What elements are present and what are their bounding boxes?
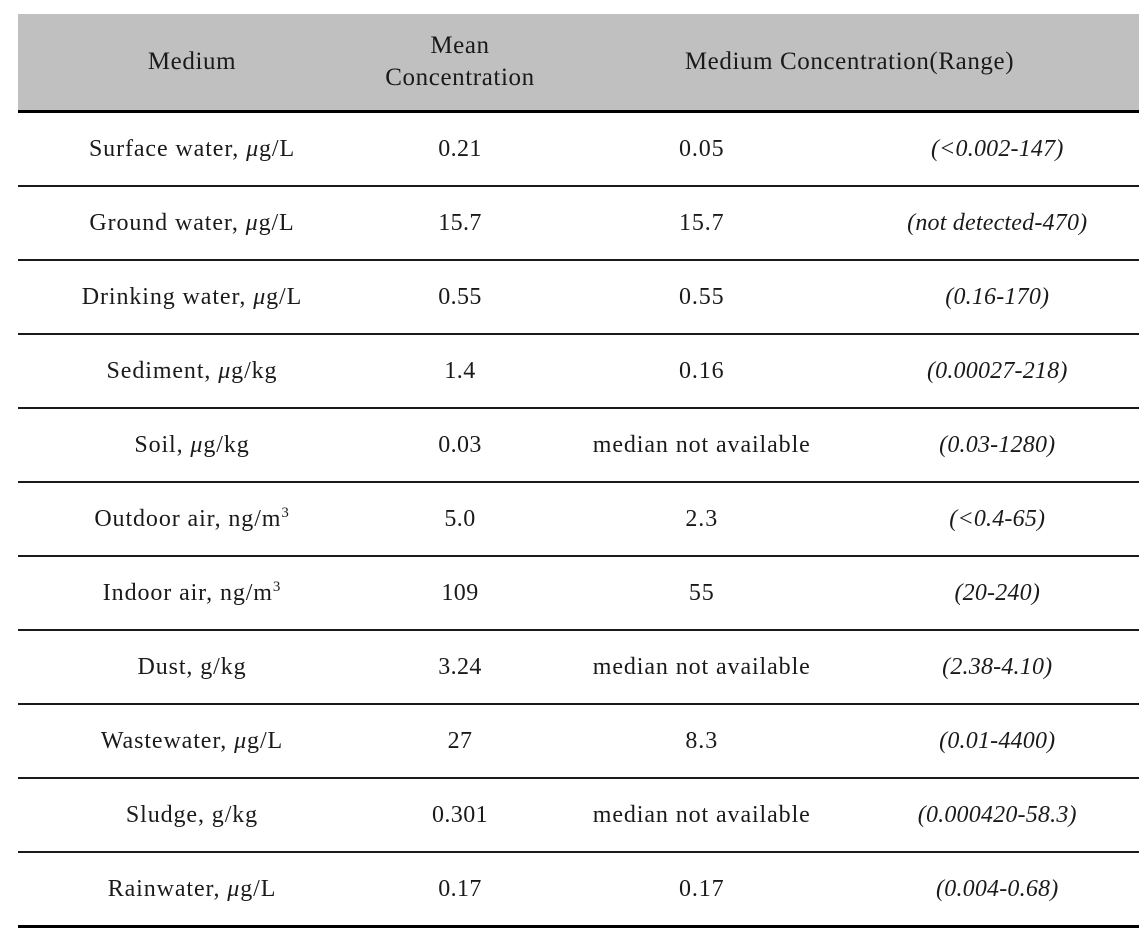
medium-unit: μg/L xyxy=(245,209,295,236)
table-row: Sediment, μg/kg 1.4 0.16 (0.00027-218) xyxy=(18,334,1139,408)
table-row: Soil, μg/kg 0.03 median not available (0.03… xyxy=(18,408,1139,482)
cell-concentration-range: (0.004-0.68) xyxy=(936,875,1059,902)
table-row: Rainwater, μg/L 0.17 0.17 (0.004-0.68) xyxy=(18,852,1139,927)
cell-median-concentration: 55 xyxy=(688,579,715,606)
table-row: Sludge, g/kg 0.301 median not available (0.… xyxy=(18,778,1139,852)
cell-concentration-range: (0.00027-218) xyxy=(926,357,1068,384)
medium-unit: μg/kg xyxy=(218,357,278,384)
cell-medium: Sediment, μg/kg xyxy=(18,334,366,408)
cell-concentration-range: (0.000420-58.3) xyxy=(917,801,1077,828)
cell-concentration-range: (<0.002-147) xyxy=(930,135,1064,162)
table-row: Outdoor air, ng/m3 5.0 2.3 (<0.4-65) xyxy=(18,482,1139,556)
medium-unit: g/kg xyxy=(211,801,259,828)
cell-medium: Outdoor air, ng/m3 xyxy=(18,482,366,556)
medium-name: Drinking water, xyxy=(81,283,247,310)
medium-unit: ng/m3 xyxy=(219,578,282,606)
medium-concentration-table: Medium Mean Concentration Medium Concent… xyxy=(18,14,1139,928)
medium-name: Sludge, xyxy=(125,801,205,828)
table-row: Surface water, μg/L 0.21 0.05 (<0.002-147) xyxy=(18,112,1139,187)
cell-median-concentration: 0.17 xyxy=(678,875,725,902)
cell-mean-concentration: 0.03 xyxy=(438,431,482,458)
medium-name: Rainwater, xyxy=(107,875,221,902)
cell-mean-concentration: 27 xyxy=(447,727,473,754)
cell-median-concentration: 0.05 xyxy=(678,135,725,162)
unit-exponent: 3 xyxy=(272,578,282,595)
cell-mean-concentration: 0.17 xyxy=(438,875,482,902)
medium-unit: μg/L xyxy=(234,727,284,754)
cell-mean-concentration: 5.0 xyxy=(444,505,476,532)
cell-median-concentration: 2.3 xyxy=(685,505,719,532)
cell-medium: Indoor air, ng/m3 xyxy=(18,556,366,630)
medium-unit: μg/L xyxy=(253,283,303,310)
column-header-range-label: Medium Concentration(Range) xyxy=(684,48,1015,75)
column-header-mean-line1: Mean xyxy=(430,32,490,59)
cell-medium: Ground water, μg/L xyxy=(18,186,366,260)
cell-medium: Surface water, μg/L xyxy=(18,112,366,187)
medium-unit: μg/L xyxy=(246,135,296,162)
column-header-medium-concentration-range: Medium Concentration(Range) xyxy=(554,14,1139,112)
medium-unit: g/kg xyxy=(200,653,247,680)
cell-medium: Sludge, g/kg xyxy=(18,778,366,852)
table-row: Ground water, μg/L 15.7 15.7 (not detected-… xyxy=(18,186,1139,260)
header-row: Medium Mean Concentration Medium Concent… xyxy=(18,14,1139,112)
micro-symbol: μ xyxy=(190,431,204,458)
column-header-mean-line2: Concentration xyxy=(385,64,535,91)
cell-medium: Dust, g/kg xyxy=(18,630,366,704)
medium-name: Wastewater, xyxy=(100,727,228,754)
cell-median-concentration: 8.3 xyxy=(685,727,719,754)
table-row: Drinking water, μg/L 0.55 0.55 (0.16-170) xyxy=(18,260,1139,334)
medium-name: Sediment, xyxy=(106,357,212,384)
cell-concentration-range: (20-240) xyxy=(954,579,1041,606)
cell-mean-concentration: 3.24 xyxy=(438,653,482,680)
cell-medium: Soil, μg/kg xyxy=(18,408,366,482)
medium-unit: μg/L xyxy=(227,875,277,902)
cell-mean-concentration: 109 xyxy=(441,579,479,606)
micro-symbol: μ xyxy=(234,727,248,754)
table-header: Medium Mean Concentration Medium Concent… xyxy=(18,14,1139,112)
cell-mean-concentration: 1.4 xyxy=(444,357,476,384)
micro-symbol: μ xyxy=(246,135,260,162)
cell-mean-concentration: 0.55 xyxy=(438,283,482,310)
cell-median-concentration: median not available xyxy=(592,431,811,458)
cell-median-concentration: median not available xyxy=(592,653,811,680)
cell-medium: Wastewater, μg/L xyxy=(18,704,366,778)
medium-unit: ng/m3 xyxy=(228,504,290,532)
cell-concentration-range: (<0.4-65) xyxy=(949,505,1046,532)
table-row: Dust, g/kg 3.24 median not available (2.38-… xyxy=(18,630,1139,704)
table-body: Surface water, μg/L 0.21 0.05 (<0.002-147) G… xyxy=(18,112,1139,927)
medium-name: Dust, xyxy=(137,653,194,680)
medium-name: Ground water, xyxy=(89,209,239,236)
micro-symbol: μ xyxy=(218,357,232,384)
medium-name: Indoor air, xyxy=(102,579,214,606)
cell-concentration-range: (0.16-170) xyxy=(945,283,1050,310)
cell-concentration-range: (not detected-470) xyxy=(907,209,1088,236)
concentration-table-container: Medium Mean Concentration Medium Concent… xyxy=(18,14,1139,928)
micro-symbol: μ xyxy=(245,209,259,236)
cell-mean-concentration: 0.301 xyxy=(432,801,488,828)
cell-mean-concentration: 15.7 xyxy=(438,209,482,236)
cell-mean-concentration: 0.21 xyxy=(438,135,482,162)
medium-name: Surface water, xyxy=(88,135,240,162)
column-header-mean-concentration: Mean Concentration xyxy=(366,14,554,112)
cell-medium: Rainwater, μg/L xyxy=(18,852,366,927)
cell-concentration-range: (0.01-4400) xyxy=(939,727,1056,754)
cell-median-concentration: median not available xyxy=(592,801,811,828)
cell-median-concentration: 15.7 xyxy=(678,209,725,236)
cell-median-concentration: 0.16 xyxy=(678,357,725,384)
column-header-medium-label: Medium xyxy=(147,48,237,75)
table-row: Wastewater, μg/L 27 8.3 (0.01-4400) xyxy=(18,704,1139,778)
micro-symbol: μ xyxy=(227,875,241,902)
cell-concentration-range: (2.38-4.10) xyxy=(942,653,1053,680)
medium-name: Soil, xyxy=(134,431,184,458)
cell-medium: Drinking water, μg/L xyxy=(18,260,366,334)
cell-median-concentration: 0.55 xyxy=(678,283,725,310)
column-header-medium: Medium xyxy=(18,14,366,112)
table-row: Indoor air, ng/m3 109 55 (20-240) xyxy=(18,556,1139,630)
medium-name: Outdoor air, xyxy=(94,505,222,532)
micro-symbol: μ xyxy=(253,283,267,310)
unit-exponent: 3 xyxy=(281,504,290,521)
cell-concentration-range: (0.03-1280) xyxy=(939,431,1056,458)
medium-unit: μg/kg xyxy=(190,431,250,458)
